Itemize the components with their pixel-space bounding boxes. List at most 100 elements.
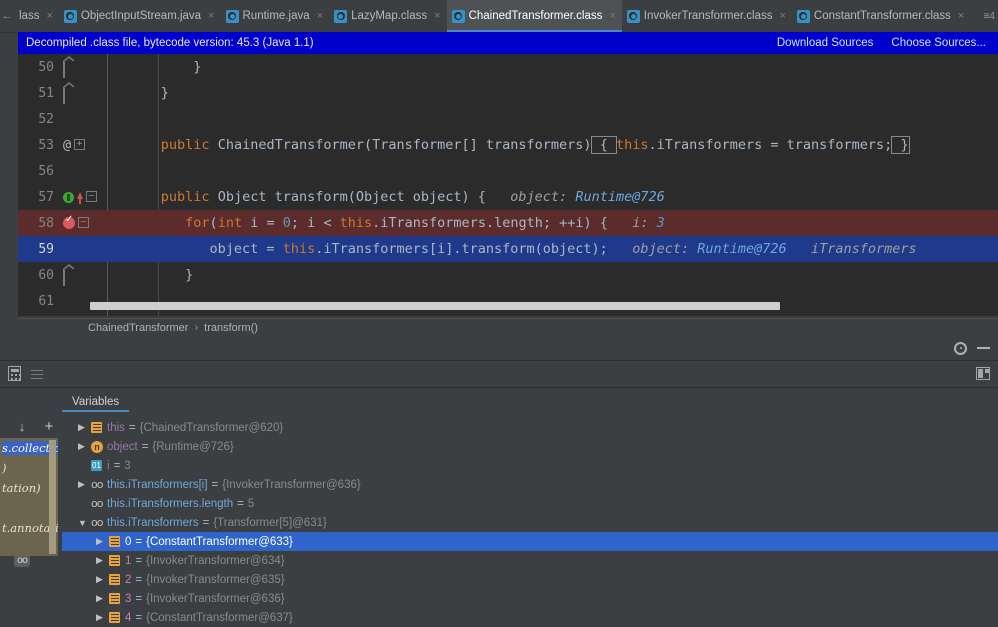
- breadcrumb-class[interactable]: ChainedTransformer: [88, 322, 188, 334]
- object-icon: [109, 536, 125, 547]
- lines-icon[interactable]: [31, 368, 43, 380]
- editor-tab-1[interactable]: ObjectInputStream.java ×: [58, 0, 221, 32]
- variable-row[interactable]: ▶ 2 = {InvokerTransformer@635}: [62, 570, 998, 589]
- editor-tab-label: ConstantTransformer.class: [813, 10, 951, 22]
- add-watch-icon[interactable]: +: [45, 419, 54, 434]
- run-to-cursor-icon[interactable]: [63, 191, 74, 203]
- fold-expand-icon[interactable]: +: [74, 138, 86, 150]
- gutter-icons[interactable]: –: [60, 214, 106, 230]
- calculator-icon[interactable]: [8, 366, 21, 381]
- chevron-right-icon[interactable]: ▶: [96, 555, 109, 566]
- chevron-right-icon[interactable]: ▶: [96, 612, 109, 623]
- breadcrumb-method[interactable]: transform(): [204, 322, 258, 334]
- variable-row[interactable]: ▶ this = {ChainedTransformer@620}: [62, 418, 998, 437]
- gutter-icons[interactable]: [60, 268, 106, 286]
- object-icon: [109, 574, 125, 585]
- code-text: }: [106, 85, 998, 101]
- code-token: i:: [607, 215, 649, 231]
- editor-tab-5[interactable]: InvokerTransformer.class ×: [621, 0, 792, 32]
- code-line[interactable]: 60 }: [18, 262, 998, 288]
- variable-row[interactable]: ▶ 3 = {InvokerTransformer@636}: [62, 589, 998, 608]
- gutter-icons[interactable]: [60, 86, 106, 104]
- code-token: for: [185, 215, 210, 231]
- chevron-right-icon[interactable]: ▶: [78, 422, 91, 433]
- watch-oo-icon: oo: [91, 478, 103, 491]
- tooltip-scrollbar[interactable]: [49, 440, 56, 554]
- fold-end-icon[interactable]: [63, 86, 65, 104]
- close-icon[interactable]: ×: [208, 10, 214, 22]
- editor-tab-0[interactable]: lass ×: [14, 0, 59, 32]
- code-line[interactable]: 50 }: [18, 54, 998, 80]
- chevron-right-icon[interactable]: ▶: [96, 574, 109, 585]
- code-line[interactable]: 53 @ + public ChainedTransformer(Transform…: [18, 132, 998, 158]
- fold-end-icon[interactable]: [63, 60, 65, 78]
- variables-tree[interactable]: ▶ this = {ChainedTransformer@620} ▶ n object ={…: [62, 412, 998, 627]
- fold-collapse-icon[interactable]: –: [78, 216, 89, 228]
- tab-overflow-label: ≡4: [983, 10, 995, 22]
- variable-row[interactable]: ▶ oo this.iTransformers[i] = {InvokerTransfo…: [62, 475, 998, 494]
- arrow-down-icon[interactable]: ↓: [19, 420, 26, 433]
- code-editor[interactable]: 50 } 51 } 52 53 @ + public ChainedTransformer…: [18, 54, 998, 316]
- annotation-icon: @: [63, 137, 72, 153]
- layout-settings-icon[interactable]: [976, 367, 990, 380]
- tab-variables[interactable]: Variables: [62, 394, 130, 412]
- close-icon[interactable]: ×: [434, 10, 440, 22]
- fold-end-icon[interactable]: [63, 268, 65, 286]
- variable-row[interactable]: ▶ 4 = {ConstantTransformer@637}: [62, 608, 998, 627]
- breadcrumb[interactable]: ChainedTransformer › transform(): [18, 318, 998, 336]
- tab-overflow-control[interactable]: ≡4: [984, 0, 998, 32]
- minimize-icon[interactable]: [977, 347, 990, 349]
- chevron-right-icon[interactable]: ▶: [78, 479, 91, 490]
- code-line[interactable]: 52: [18, 106, 998, 132]
- code-line[interactable]: 61: [18, 288, 998, 314]
- variable-equals: =: [211, 478, 219, 491]
- breadcrumb-separator-icon: ›: [194, 321, 199, 334]
- code-token: {: [590, 136, 617, 154]
- close-icon[interactable]: ×: [779, 10, 785, 22]
- editor-tab-6[interactable]: ConstantTransformer.class ×: [791, 0, 971, 32]
- breakpoint-icon[interactable]: [63, 214, 75, 229]
- code-token: public: [160, 189, 218, 205]
- primitive-icon: 01: [91, 460, 102, 471]
- gear-icon[interactable]: [954, 341, 967, 355]
- variable-row[interactable]: oo this.iTransformers.length = 5: [62, 494, 998, 513]
- variable-row[interactable]: 01 i = 3: [62, 456, 998, 475]
- variable-row[interactable]: ▼ oo this.iTransformers = {Transformer[5]@63…: [62, 513, 998, 532]
- chevron-right-icon[interactable]: ▶: [96, 536, 109, 547]
- code-line[interactable]: 51 }: [18, 80, 998, 106]
- chevron-right-icon[interactable]: ▶: [96, 593, 109, 604]
- variable-row[interactable]: ▶ n object = {Runtime@726}: [62, 437, 998, 456]
- gutter-icons[interactable]: –: [60, 190, 106, 204]
- code-line[interactable]: 57 – public Object transform(Object objec…: [18, 184, 998, 210]
- code-text: public ChainedTransformer(Transformer[] …: [106, 136, 998, 154]
- code-line[interactable]: 56: [18, 158, 998, 184]
- download-sources-link[interactable]: Download Sources: [777, 37, 874, 49]
- editor-tab-bar: ← lass × ObjectInputStream.java × Runtime.ja…: [0, 0, 998, 33]
- code-token: Object transform(Object object) {: [217, 189, 486, 205]
- code-line[interactable]: 59 object = this.iTransformers[i].transf…: [18, 236, 998, 262]
- execution-arrow-icon: [77, 191, 83, 204]
- java-class-icon: [451, 9, 465, 23]
- code-line[interactable]: 58 – for(int i = 0; i < this.iTransformer…: [18, 210, 998, 236]
- editor-tab-2[interactable]: Runtime.java ×: [220, 0, 330, 32]
- gutter-icons[interactable]: [60, 60, 106, 78]
- code-token: object =: [112, 241, 283, 257]
- editor-tab-4[interactable]: ChainedTransformer.class ×: [446, 0, 623, 32]
- chevron-down-icon[interactable]: ▼: [78, 518, 91, 528]
- gutter-icons[interactable]: @ +: [60, 137, 106, 153]
- line-number: 57: [38, 189, 54, 205]
- variable-row[interactable]: ▶ 1 = {InvokerTransformer@634}: [62, 551, 998, 570]
- chevron-right-icon[interactable]: ▶: [78, 441, 91, 452]
- close-icon[interactable]: ×: [958, 10, 964, 22]
- variable-row[interactable]: ▶ 0 = {ConstantTransformer@633}: [62, 532, 998, 551]
- editor-tab-3[interactable]: LazyMap.class ×: [329, 0, 447, 32]
- tab-scroll-left-icon[interactable]: ←: [0, 0, 14, 32]
- close-icon[interactable]: ×: [609, 10, 615, 22]
- close-icon[interactable]: ×: [46, 10, 52, 22]
- code-text: public Object transform(Object object) {…: [106, 189, 998, 205]
- fold-collapse-icon[interactable]: –: [86, 190, 97, 202]
- choose-sources-link[interactable]: Choose Sources...: [891, 37, 986, 49]
- close-icon[interactable]: ×: [317, 10, 323, 22]
